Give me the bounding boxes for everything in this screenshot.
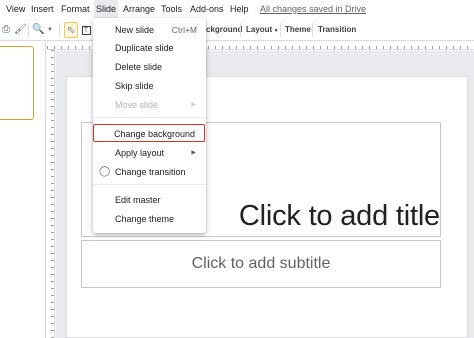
menu-item-new-slide[interactable]: New slide Ctrl+M: [93, 21, 206, 39]
paint-format-icon[interactable]: 🖌: [14, 22, 27, 38]
layout-chevron-down-icon: ▼: [272, 28, 279, 34]
menu-item-label: Skip slide: [115, 81, 154, 91]
menu-item-edit-master[interactable]: Edit master: [93, 191, 206, 209]
menu-item-skip-slide[interactable]: Skip slide: [93, 77, 206, 95]
layout-label: Layout: [246, 25, 273, 34]
toolbar-divider: [240, 23, 241, 37]
slide-thumbnail[interactable]: [0, 46, 34, 120]
vertical-ruler: [47, 50, 55, 338]
slide-menu-dropdown: New slide Ctrl+M Duplicate slide Delete …: [93, 18, 206, 233]
toolbar-divider: [59, 23, 60, 37]
menu-item-label: Move slide: [115, 100, 159, 110]
slide-filmstrip: [0, 42, 46, 338]
menu-item-label: Change background: [114, 129, 196, 139]
menu-item-label: Change theme: [115, 214, 175, 224]
menu-item-label: Apply layout: [115, 148, 165, 158]
subtitle-placeholder-box[interactable]: Click to add subtitle: [81, 240, 441, 288]
toolbar-divider: [280, 23, 281, 37]
menu-item-change-background[interactable]: Change background: [93, 124, 205, 142]
toolbar: ⎙ 🖌 🔍 ▼ ⬁ T ckground Layout ▼ Theme Tran…: [0, 19, 474, 41]
toolbar-divider: [312, 23, 313, 37]
submenu-arrow-icon: ▶: [191, 102, 196, 108]
menu-insert[interactable]: Insert: [29, 0, 56, 19]
menu-item-label: New slide: [115, 25, 155, 35]
zoom-icon[interactable]: 🔍: [32, 22, 44, 38]
menu-item-delete-slide[interactable]: Delete slide: [93, 58, 206, 76]
menu-item-label: Delete slide: [115, 62, 163, 72]
menu-item-label: Edit master: [115, 195, 161, 205]
print-icon[interactable]: ⎙: [2, 22, 10, 38]
save-status-link[interactable]: All changes saved in Drive: [258, 0, 368, 19]
menu-item-shortcut: Ctrl+M: [171, 25, 197, 35]
menu-item-duplicate-slide[interactable]: Duplicate slide: [93, 39, 206, 57]
select-cursor-icon[interactable]: ⬁: [64, 22, 78, 38]
transition-button[interactable]: Transition: [318, 22, 356, 38]
menu-add-ons[interactable]: Add-ons: [188, 0, 226, 19]
menu-bar: View Insert Format Slide Arrange Tools A…: [0, 0, 474, 19]
menu-divider: [93, 184, 206, 185]
menu-divider: [93, 117, 206, 118]
toolbar-divider: [28, 23, 29, 37]
transition-icon: ◯: [99, 166, 111, 177]
subtitle-placeholder-text: Click to add subtitle: [191, 255, 331, 272]
menu-item-move-slide: Move slide ▶: [93, 96, 206, 114]
zoom-chevron-down-icon[interactable]: ▼: [46, 22, 54, 38]
submenu-arrow-icon: ▶: [191, 150, 196, 156]
layout-button[interactable]: Layout ▼: [246, 22, 279, 38]
menu-format[interactable]: Format: [59, 0, 92, 19]
menu-slide[interactable]: Slide: [94, 0, 119, 19]
menu-item-change-transition[interactable]: ◯ Change transition: [93, 163, 206, 181]
title-placeholder-text: Click to add title: [238, 200, 440, 232]
menu-item-apply-layout[interactable]: Apply layout ▶: [93, 144, 206, 162]
menu-item-label: Change transition: [115, 167, 186, 177]
menu-item-change-theme[interactable]: Change theme: [93, 210, 206, 228]
menu-item-label: Duplicate slide: [115, 43, 174, 53]
menu-arrange[interactable]: Arrange: [121, 0, 157, 19]
theme-button[interactable]: Theme: [285, 22, 311, 38]
background-button[interactable]: ckground: [206, 22, 242, 38]
text-box-icon[interactable]: T: [80, 22, 92, 38]
menu-tools[interactable]: Tools: [159, 0, 184, 19]
menu-view[interactable]: View: [4, 0, 27, 19]
menu-help[interactable]: Help: [228, 0, 251, 19]
